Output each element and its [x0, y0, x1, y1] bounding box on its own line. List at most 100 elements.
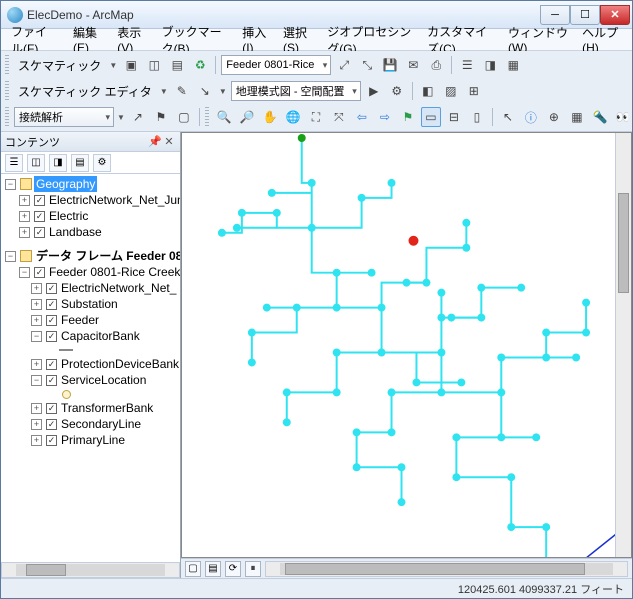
- tool-btn[interactable]: ⊟: [444, 107, 464, 127]
- layer-label[interactable]: ElectricNetwork_Net_Jun: [47, 192, 180, 208]
- tool-btn[interactable]: ⛶: [306, 107, 326, 127]
- expand-icon[interactable]: +: [31, 419, 42, 430]
- layer-checkbox[interactable]: [46, 315, 57, 326]
- tool-btn[interactable]: ⊕: [544, 107, 564, 127]
- expand-icon[interactable]: +: [31, 315, 42, 326]
- layer-label[interactable]: Substation: [59, 296, 120, 312]
- layer-checkbox[interactable]: [34, 227, 45, 238]
- tool-btn[interactable]: ☰: [457, 55, 477, 75]
- map-hscroll[interactable]: [265, 561, 628, 577]
- layer-item[interactable]: + Feeder: [3, 312, 178, 328]
- dataframe-label[interactable]: Geography: [34, 176, 97, 192]
- layer-checkbox[interactable]: [46, 283, 57, 294]
- save-icon[interactable]: 💾: [380, 55, 400, 75]
- toolbar-grip[interactable]: [5, 55, 9, 75]
- full-extent-icon[interactable]: 🌐: [283, 107, 303, 127]
- layer-label[interactable]: CapacitorBank: [59, 328, 142, 344]
- layer-checkbox[interactable]: [46, 331, 57, 342]
- tool-btn[interactable]: ▶: [364, 81, 384, 101]
- flag-icon[interactable]: ⚑: [398, 107, 418, 127]
- tool-btn[interactable]: ⚙: [387, 81, 407, 101]
- expand-icon[interactable]: +: [31, 435, 42, 446]
- layer-item[interactable]: + Electric: [3, 208, 178, 224]
- layer-item[interactable]: + Landbase: [3, 224, 178, 240]
- find-icon[interactable]: 🔦: [590, 107, 610, 127]
- collapse-icon[interactable]: −: [31, 331, 42, 342]
- toolbar-grip[interactable]: [205, 107, 209, 127]
- layer-item[interactable]: + TransformerBank: [3, 400, 178, 416]
- collapse-icon[interactable]: −: [5, 179, 16, 190]
- pan-icon[interactable]: ✋: [260, 107, 280, 127]
- layer-item[interactable]: + ProtectionDeviceBank: [3, 356, 178, 372]
- layout-combo[interactable]: 地理模式図 - 空間配置: [231, 81, 361, 101]
- collapse-icon[interactable]: −: [19, 267, 30, 278]
- tool-btn[interactable]: ▤: [167, 55, 187, 75]
- tool-btn[interactable]: ↗: [128, 107, 148, 127]
- expand-icon[interactable]: +: [19, 211, 30, 222]
- layer-checkbox[interactable]: [34, 267, 45, 278]
- dropdown-icon[interactable]: ▼: [108, 55, 118, 75]
- zoom-in-icon[interactable]: 🔍: [214, 107, 234, 127]
- dataframe-label[interactable]: データ フレーム Feeder 0801: [34, 248, 180, 264]
- dataframe-1[interactable]: − Geography: [3, 176, 178, 192]
- layer-tree[interactable]: − Geography + ElectricNetwork_Net_Jun + …: [1, 174, 180, 562]
- tool-btn[interactable]: ⊞: [464, 81, 484, 101]
- expand-icon[interactable]: +: [31, 359, 42, 370]
- close-panel-icon[interactable]: ✕: [162, 135, 176, 148]
- tool-btn[interactable]: ▦: [567, 107, 587, 127]
- zoom-out-icon[interactable]: 🔎: [237, 107, 257, 127]
- expand-icon[interactable]: +: [19, 227, 30, 238]
- tool-btn[interactable]: ⚑: [151, 107, 171, 127]
- identify-icon[interactable]: ⓘ: [521, 107, 541, 127]
- layer-label[interactable]: TransformerBank: [59, 400, 155, 416]
- prev-extent-icon[interactable]: ⇦: [352, 107, 372, 127]
- tool-btn[interactable]: ▢: [174, 107, 194, 127]
- dataframe-2[interactable]: − データ フレーム Feeder 0801: [3, 248, 178, 264]
- expand-icon[interactable]: +: [19, 195, 30, 206]
- toolbar-grip[interactable]: [5, 107, 9, 127]
- layer-checkbox[interactable]: [46, 435, 57, 446]
- collapse-icon[interactable]: −: [31, 375, 42, 386]
- pause-icon[interactable]: ⏸: [245, 561, 261, 577]
- dropdown-icon[interactable]: ▼: [159, 81, 169, 101]
- toc-list-by-visibility-icon[interactable]: ◨: [49, 154, 67, 172]
- pointer-icon[interactable]: ↖: [498, 107, 518, 127]
- layer-item[interactable]: + Substation: [3, 296, 178, 312]
- expand-icon[interactable]: +: [31, 299, 42, 310]
- layer-label[interactable]: Electric: [47, 208, 90, 224]
- map-view[interactable]: [181, 132, 632, 558]
- dropdown-icon[interactable]: ▼: [117, 107, 125, 127]
- toc-list-by-selection-icon[interactable]: ▤: [71, 154, 89, 172]
- tool-btn[interactable]: ⤧: [329, 107, 349, 127]
- toc-list-by-source-icon[interactable]: ◫: [27, 154, 45, 172]
- layer-label[interactable]: ProtectionDeviceBank: [59, 356, 180, 372]
- tool-btn[interactable]: ↘: [195, 81, 215, 101]
- tool-btn[interactable]: ◧: [418, 81, 438, 101]
- layer-checkbox[interactable]: [46, 375, 57, 386]
- tool-btn[interactable]: ▯: [467, 107, 487, 127]
- layer-item[interactable]: + ElectricNetwork_Net_: [3, 280, 178, 296]
- next-extent-icon[interactable]: ⇨: [375, 107, 395, 127]
- edit-tool-icon[interactable]: ✎: [172, 81, 192, 101]
- layout-view-tab[interactable]: ▤: [205, 561, 221, 577]
- expand-icon[interactable]: +: [31, 283, 42, 294]
- refresh-icon[interactable]: ⟳: [225, 561, 241, 577]
- data-view-tab[interactable]: ▢: [185, 561, 201, 577]
- select-tool-icon[interactable]: ▭: [421, 107, 441, 127]
- tool-btn[interactable]: ▣: [121, 55, 141, 75]
- tool-btn[interactable]: ⤢: [334, 55, 354, 75]
- map-vscroll[interactable]: [615, 133, 631, 557]
- layer-checkbox[interactable]: [46, 403, 57, 414]
- schematic-combo[interactable]: Feeder 0801-Rice: [221, 55, 331, 75]
- layer-item[interactable]: + PrimaryLine: [3, 432, 178, 448]
- layer-item[interactable]: + ElectricNetwork_Net_Jun: [3, 192, 178, 208]
- layer-label[interactable]: PrimaryLine: [59, 432, 127, 448]
- layer-label[interactable]: Landbase: [47, 224, 104, 240]
- layer-label[interactable]: ElectricNetwork_Net_: [59, 280, 178, 296]
- collapse-icon[interactable]: −: [5, 251, 16, 262]
- pin-icon[interactable]: 📌: [148, 135, 162, 148]
- search-icon[interactable]: 👀: [613, 107, 628, 127]
- toc-list-by-drawing-icon[interactable]: ☰: [5, 154, 23, 172]
- analysis-combo[interactable]: 接続解析: [14, 107, 114, 127]
- tool-btn[interactable]: ⤡: [357, 55, 377, 75]
